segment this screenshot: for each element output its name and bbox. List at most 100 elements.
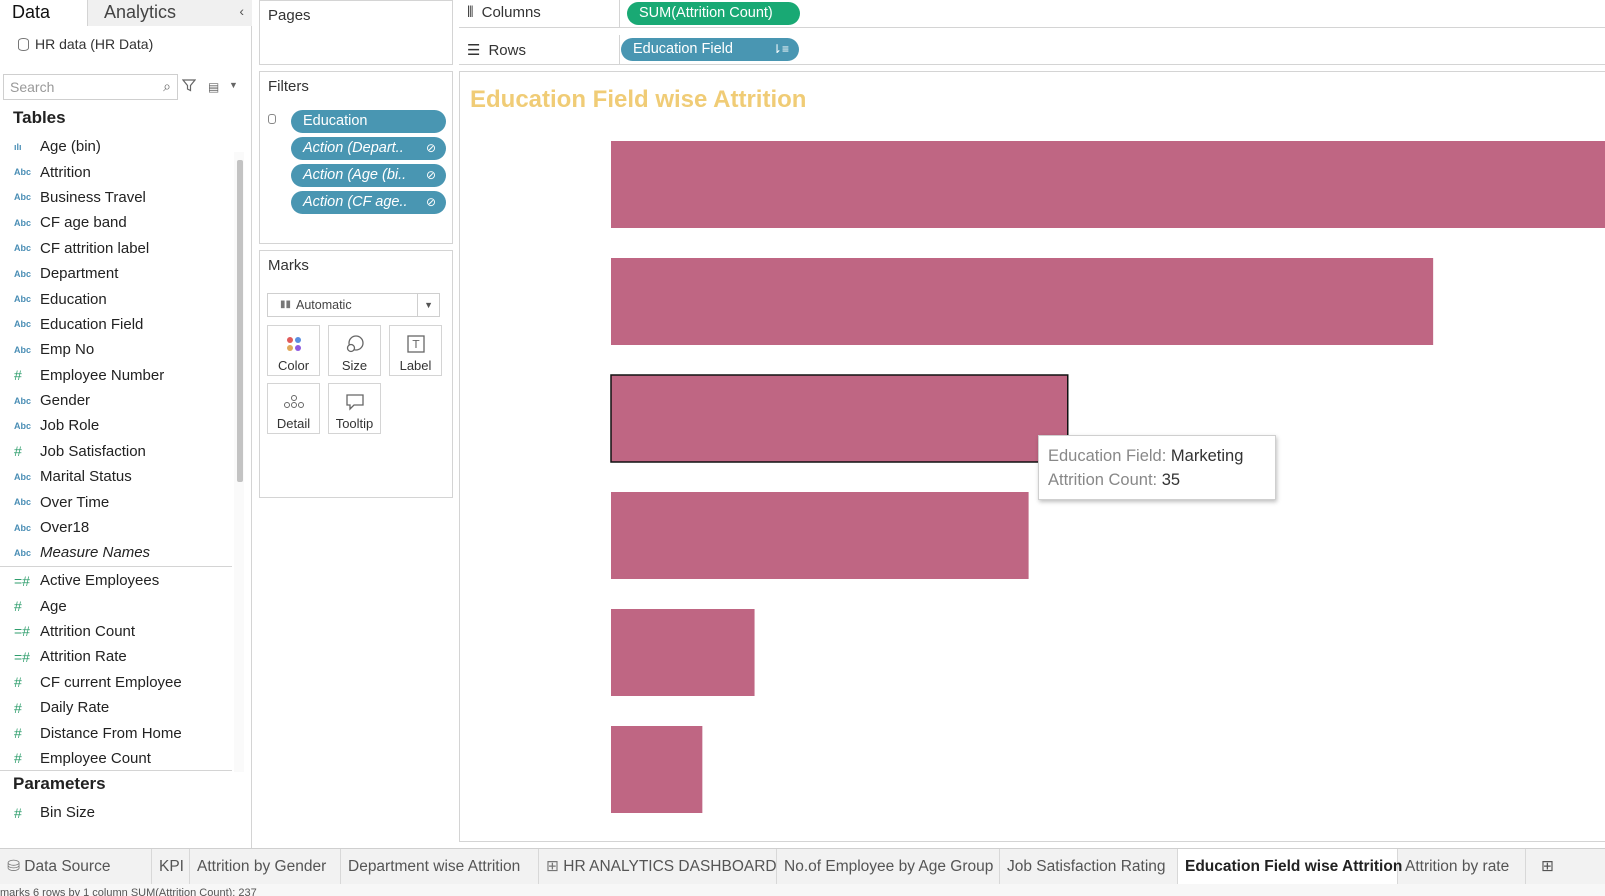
string-type-icon: Abc <box>14 344 32 355</box>
bar-chart[interactable] <box>460 72 1605 843</box>
sheet-tab[interactable]: No.of Employee by Age Group <box>777 849 1000 885</box>
field-item[interactable]: Abc CF age band <box>0 210 232 235</box>
sheet-tab[interactable]: Attrition by rate <box>1398 849 1526 885</box>
sheet-tab[interactable]: Attrition by Gender <box>190 849 341 885</box>
number-type-icon: # <box>14 443 22 460</box>
field-item[interactable]: Abc Business Travel <box>0 185 232 210</box>
filter-pill-action-department[interactable]: Action (Depart.. ⊘ <box>291 137 446 160</box>
field-item[interactable]: Abc Gender <box>0 388 232 413</box>
field-item[interactable]: Abc CF attrition label <box>0 236 232 261</box>
field-item[interactable]: # Employee Number <box>0 363 232 388</box>
color-button[interactable]: Color <box>267 325 320 376</box>
dimension-list: ılı Age (bin) Abc Attrition Abc Business Trav… <box>0 134 232 566</box>
field-item[interactable]: # Job Satisfaction <box>0 439 232 464</box>
string-type-icon: Abc <box>14 167 32 178</box>
number-type-icon: # <box>14 699 22 716</box>
sheet-tab-label: Department wise Attrition <box>348 858 521 875</box>
number-type-icon: =# <box>14 623 30 640</box>
filter-pill-action-cf-age[interactable]: Action (CF age.. ⊘ <box>291 191 446 214</box>
tooltip-button[interactable]: Tooltip <box>328 383 381 434</box>
tables-heading: Tables <box>13 108 66 127</box>
sheet-tab[interactable]: Education Field wise Attrition <box>1178 849 1402 885</box>
bar-mark[interactable] <box>611 141 1605 228</box>
filter-pill-action-age[interactable]: Action (Age (bi.. ⊘ <box>291 164 446 187</box>
measure-field-item[interactable]: =# Attrition Rate <box>0 644 232 669</box>
field-item[interactable]: Abc Attrition <box>0 159 232 184</box>
tooltip-label: Tooltip <box>335 416 374 431</box>
field-item[interactable]: ılı Age (bin) <box>0 134 232 159</box>
measure-field-item[interactable]: # Bin Size <box>0 800 232 825</box>
chevron-left-icon[interactable]: ‹ <box>239 3 244 19</box>
field-item[interactable]: Abc Emp No <box>0 337 232 362</box>
field-item[interactable]: Abc Department <box>0 261 232 286</box>
new-sheet-icon[interactable]: ⊞ <box>1534 849 1568 885</box>
measure-field-item[interactable]: # Employee Count <box>0 746 232 771</box>
bar-mark[interactable] <box>611 258 1434 345</box>
detail-icon <box>268 390 319 414</box>
number-type-icon: =# <box>14 572 30 589</box>
chevron-down-icon[interactable]: ▼ <box>229 80 238 90</box>
field-item[interactable]: Abc Measure Names <box>0 540 232 565</box>
chevron-down-icon: ▼ <box>417 294 433 316</box>
field-name: Attrition Count <box>40 622 136 640</box>
viz-canvas[interactable]: Education Field wise Attrition <box>459 71 1605 842</box>
list-view-icon[interactable]: ▤ <box>208 80 219 94</box>
data-source-item[interactable]: HR data (HR Data) <box>18 36 153 52</box>
measure-field-item[interactable]: # Daily Rate <box>0 695 232 720</box>
label-icon: T <box>390 332 441 356</box>
link-icon: ⊘ <box>425 195 436 209</box>
mark-type-select[interactable]: ▮▮ Automatic ▼ <box>267 293 440 317</box>
measure-field-item[interactable]: =# Active Employees <box>0 568 232 593</box>
string-type-icon: Abc <box>14 294 32 305</box>
filter-pill-label: Education <box>303 113 368 129</box>
field-name: Education Field <box>40 315 144 333</box>
bar-mark[interactable] <box>611 726 703 813</box>
tab-analytics[interactable]: Analytics <box>88 0 252 26</box>
sort-descending-icon[interactable]: ⇂≡ <box>772 38 789 61</box>
field-item[interactable]: Abc Over Time <box>0 489 232 514</box>
field-item[interactable]: Abc Education <box>0 286 232 311</box>
field-name: CF attrition label <box>40 239 150 257</box>
field-item[interactable]: Abc Education Field <box>0 312 232 337</box>
bar-mark[interactable] <box>611 609 755 696</box>
measure-field-item[interactable]: =# Attrition Count <box>0 619 232 644</box>
sheet-tab[interactable]: Department wise Attrition <box>341 849 539 885</box>
color-label: Color <box>277 358 310 373</box>
label-button[interactable]: T Label <box>389 325 442 376</box>
sheet-tab[interactable]: KPI <box>152 849 190 885</box>
rows-shelf-label: ☰ Rows <box>467 41 526 60</box>
filter-icon[interactable] <box>182 78 196 92</box>
sheet-tab[interactable]: ⊞ HR ANALYTICS DASHBOARD <box>539 849 777 885</box>
measure-field-item[interactable]: # Age <box>0 593 232 618</box>
field-item[interactable]: Abc Marital Status <box>0 464 232 489</box>
bar-chart-icon: ▮▮ <box>280 299 292 310</box>
sheet-tab[interactable]: ⛁ Data Source <box>0 849 152 885</box>
columns-pill-sum-attrition-count[interactable]: SUM(Attrition Count) <box>627 2 800 25</box>
tab-data[interactable]: Data <box>0 0 88 26</box>
number-type-icon: # <box>14 804 22 821</box>
measure-field-item[interactable]: # Distance From Home <box>0 720 232 745</box>
pages-card[interactable]: Pages <box>259 0 453 65</box>
size-button[interactable]: Size <box>328 325 381 376</box>
data-source-label: HR data (HR Data) <box>35 36 154 52</box>
field-item[interactable]: Abc Over18 <box>0 515 232 540</box>
detail-button[interactable]: Detail <box>267 383 320 434</box>
filter-pill-label: Action (Age (bi.. <box>303 167 407 183</box>
sheet-tab[interactable]: Job Satisfaction Rating <box>1000 849 1178 885</box>
string-type-icon: Abc <box>14 497 32 508</box>
filter-pill-education[interactable]: Education <box>291 110 446 133</box>
field-item[interactable]: Abc Job Role <box>0 413 232 438</box>
bar-mark[interactable] <box>611 492 1029 579</box>
search-input[interactable]: Search ⌕ <box>3 74 178 100</box>
bar-mark[interactable] <box>610 374 1069 463</box>
database-icon: ⛁ <box>7 858 25 875</box>
string-type-icon: Abc <box>14 547 32 558</box>
tooltip-count-label: Attrition Count: <box>1048 471 1158 489</box>
rows-pill-education-field[interactable]: Education Field ⇂≡ <box>621 38 799 61</box>
scrollbar-thumb[interactable] <box>237 160 243 482</box>
filter-toggle-icon[interactable] <box>268 114 276 124</box>
shelf-divider <box>619 35 620 65</box>
measure-field-item[interactable]: # CF current Employee <box>0 670 232 695</box>
string-type-icon: Abc <box>14 192 32 203</box>
search-icon[interactable]: ⌕ <box>163 78 171 95</box>
